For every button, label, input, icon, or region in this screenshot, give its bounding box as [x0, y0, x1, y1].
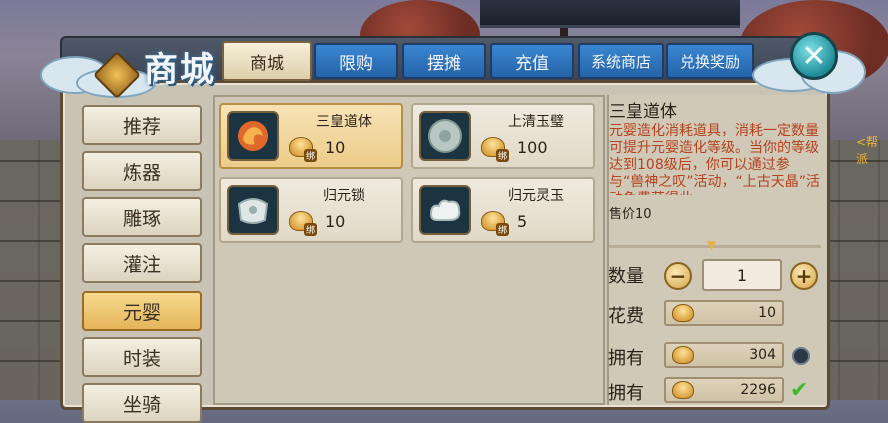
checkmark-icon[interactable]: ✔ [790, 378, 814, 403]
item-name: 归元锁 [323, 188, 365, 204]
owned-value: 304 [749, 347, 776, 363]
tab-stall[interactable]: 摆摊 [402, 43, 486, 79]
cost-value: 10 [758, 305, 776, 321]
item-name: 三皇道体 [316, 114, 372, 130]
quantity-plus-button[interactable]: + [790, 262, 818, 290]
cost-label: 花费 [608, 306, 644, 327]
item-price: 10 [325, 138, 346, 157]
phoenix-orb-icon [227, 111, 279, 161]
quantity-input[interactable]: 1 [702, 259, 782, 291]
close-icon: ✕ [801, 38, 827, 74]
item-grid: 三皇道体 绑 10 上清玉璧 绑 100 归元锁 绑 10 归元灵玉 绑 5 [213, 95, 605, 405]
item-card-shangqing[interactable]: 上清玉璧 绑 100 [411, 103, 595, 169]
close-button[interactable]: ✕ [790, 32, 838, 80]
sidebar-item-mount[interactable]: 坐骑 [82, 383, 202, 423]
tab-exchange-rewards[interactable]: 兑换奖励 [666, 43, 754, 79]
item-price: 100 [517, 138, 548, 157]
shop-logo: 商城 [40, 22, 230, 100]
sidebar-item-recommended[interactable]: 推荐 [82, 105, 202, 145]
chevron-down-icon: ▼ [707, 238, 717, 252]
cost-field: 10 [664, 300, 784, 326]
bound-badge: 绑 [496, 149, 510, 162]
item-card-guiyuan-jade[interactable]: 归元灵玉 绑 5 [411, 177, 595, 243]
guild-side-label[interactable]: <帮派 [856, 133, 888, 167]
background-building [480, 0, 740, 28]
shop-title: 商城 [144, 50, 216, 90]
sidebar-item-nascent-soul[interactable]: 元婴 [82, 291, 202, 331]
jade-disc-icon [419, 111, 471, 161]
tab-limited[interactable]: 限购 [314, 43, 398, 79]
owned-field-2: 2296 [664, 377, 784, 403]
currency-toggle[interactable] [792, 347, 810, 365]
owned-label-2: 拥有 [608, 383, 644, 404]
sidebar-item-carving[interactable]: 雕琢 [82, 197, 202, 237]
tab-recharge[interactable]: 充值 [490, 43, 574, 79]
sidebar-item-fashion[interactable]: 时装 [82, 337, 202, 377]
tab-system-store[interactable]: 系统商店 [578, 43, 664, 79]
category-sidebar: 推荐 炼器 雕琢 灌注 元婴 时装 坐骑 [72, 95, 212, 423]
item-card-sanhuang[interactable]: 三皇道体 绑 10 [219, 103, 403, 169]
owned-label: 拥有 [608, 348, 644, 369]
item-price: 10 [325, 212, 346, 231]
tab-shop[interactable]: 商城 [222, 41, 312, 81]
sidebar-item-refining[interactable]: 炼器 [82, 151, 202, 191]
item-card-guiyuan-lock[interactable]: 归元锁 绑 10 [219, 177, 403, 243]
owned-value-2: 2296 [740, 382, 776, 398]
detail-title: 三皇道体 [609, 102, 677, 122]
owned-field: 304 [664, 342, 784, 368]
cloud-jade-icon [419, 185, 471, 235]
sidebar-item-infusion[interactable]: 灌注 [82, 243, 202, 283]
bound-badge: 绑 [496, 223, 510, 236]
ingot-icon [672, 381, 694, 399]
bound-badge: 绑 [304, 223, 318, 236]
bound-badge: 绑 [304, 149, 318, 162]
item-name: 上清玉璧 [508, 114, 564, 130]
quantity-label: 数量 [608, 266, 644, 287]
item-name: 归元灵玉 [508, 188, 564, 204]
ingot-icon [672, 304, 694, 322]
quantity-minus-button[interactable]: − [664, 262, 692, 290]
jade-lock-icon [227, 185, 279, 235]
item-price: 5 [517, 212, 528, 231]
detail-sale-price: 售价10 [609, 207, 652, 222]
ingot-icon [672, 346, 694, 364]
detail-description: 元婴造化消耗道具，消耗一定数量可提升元婴造化等级。当你的等级达到108级后，你可… [609, 123, 821, 195]
